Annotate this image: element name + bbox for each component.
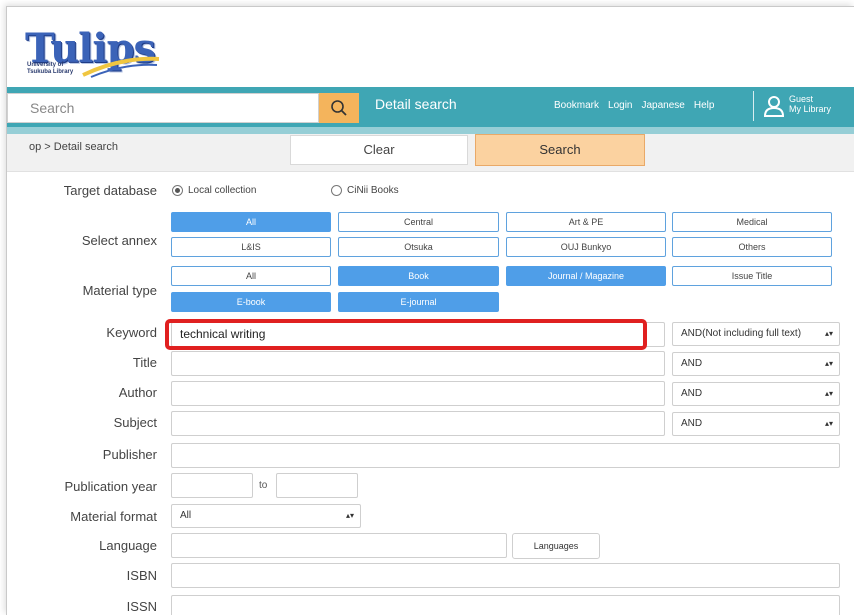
- quick-search-input[interactable]: Search: [7, 93, 319, 123]
- author-operator-select[interactable]: AND ▴▾: [672, 382, 840, 406]
- browser-page: Tulips University of Tsukuba Library Sea…: [6, 6, 854, 615]
- title-operator-select[interactable]: AND ▴▾: [672, 352, 840, 376]
- language-input[interactable]: [171, 533, 507, 558]
- material-issue-title[interactable]: Issue Title: [672, 266, 832, 286]
- select-arrows-icon: ▴▾: [824, 359, 833, 368]
- publication-year-to-input[interactable]: [276, 473, 358, 498]
- material-all[interactable]: All: [171, 266, 331, 286]
- keyword-operator-select[interactable]: AND(Not including full text) ▴▾: [672, 322, 840, 346]
- annex-otsuka[interactable]: Otsuka: [338, 237, 499, 257]
- material-journal-magazine[interactable]: Journal / Magazine: [506, 266, 666, 286]
- annex-medical[interactable]: Medical: [672, 212, 832, 232]
- select-arrows-icon: ▴▾: [824, 329, 833, 338]
- select-arrows-icon: ▴▾: [824, 419, 833, 428]
- publication-year-from-input[interactable]: [171, 473, 253, 498]
- select-annex-label: Select annex: [81, 233, 157, 248]
- author-label: Author: [118, 385, 157, 400]
- annex-central[interactable]: Central: [338, 212, 499, 232]
- select-arrows-icon: ▴▾: [824, 389, 833, 398]
- publisher-label: Publisher: [102, 447, 157, 462]
- languages-button[interactable]: Languages: [512, 533, 600, 559]
- publication-year-to-label: to: [259, 480, 268, 491]
- annex-art-pe[interactable]: Art & PE: [506, 212, 666, 232]
- keyword-operator-value: AND(Not including full text): [681, 328, 802, 339]
- clear-button[interactable]: Clear: [290, 135, 468, 165]
- radio-cinii-books[interactable]: CiNii Books: [331, 185, 399, 196]
- search-button[interactable]: Search: [475, 134, 645, 166]
- nav-divider: [753, 91, 754, 121]
- target-database-label: Target database: [63, 183, 157, 198]
- annex-lis[interactable]: L&IS: [171, 237, 331, 257]
- my-library-link[interactable]: Guest My Library: [789, 94, 831, 114]
- select-arrows-icon: ▴▾: [345, 511, 354, 520]
- subject-label: Subject: [113, 415, 157, 430]
- breadcrumb[interactable]: op > Detail search: [29, 141, 118, 153]
- japanese-link[interactable]: Japanese: [641, 100, 684, 111]
- guest-label: Guest: [789, 94, 814, 104]
- issn-label: ISSN: [126, 599, 157, 614]
- subject-input[interactable]: [171, 411, 665, 436]
- user-icon[interactable]: [763, 95, 785, 117]
- publication-year-label: Publication year: [64, 479, 158, 494]
- publisher-input[interactable]: [171, 443, 840, 468]
- material-type-label: Material type: [82, 283, 157, 298]
- detail-search-link[interactable]: Detail search: [375, 96, 457, 112]
- login-link[interactable]: Login: [608, 100, 632, 111]
- quick-search-button[interactable]: [319, 93, 359, 123]
- material-book[interactable]: Book: [338, 266, 499, 286]
- title-input[interactable]: [171, 351, 665, 376]
- material-format-label: Material format: [70, 509, 157, 524]
- material-format-value: All: [180, 510, 192, 521]
- radio-cinii-books-label: CiNii Books: [347, 185, 399, 196]
- radio-unselected-icon: [331, 185, 342, 196]
- annex-others[interactable]: Others: [672, 237, 832, 257]
- search-icon: [331, 100, 347, 116]
- bookmark-link[interactable]: Bookmark: [554, 100, 599, 111]
- keyword-label: Keyword: [106, 325, 157, 340]
- material-e-book[interactable]: E-book: [171, 292, 331, 312]
- author-operator-value: AND: [681, 388, 703, 399]
- isbn-input[interactable]: [171, 563, 840, 588]
- top-nav-underline: [7, 127, 854, 134]
- subject-operator-select[interactable]: AND ▴▾: [672, 412, 840, 436]
- issn-input[interactable]: [171, 595, 840, 615]
- annex-all[interactable]: All: [171, 212, 331, 232]
- header-links: Bookmark Login Japanese Help: [554, 100, 714, 111]
- keyword-highlight-box: [165, 319, 647, 350]
- my-library-label: My Library: [789, 104, 832, 114]
- material-e-journal[interactable]: E-journal: [338, 292, 499, 312]
- subject-operator-value: AND: [681, 418, 703, 429]
- annex-ouj-bunkyo[interactable]: OUJ Bunkyo: [506, 237, 666, 257]
- isbn-label: ISBN: [126, 568, 157, 583]
- radio-selected-icon: [172, 185, 183, 196]
- logo-swoosh-icon: [82, 56, 160, 78]
- author-input[interactable]: [171, 381, 665, 406]
- radio-local-collection[interactable]: Local collection: [172, 185, 256, 196]
- language-label: Language: [99, 538, 157, 553]
- help-link[interactable]: Help: [694, 100, 715, 111]
- radio-local-collection-label: Local collection: [188, 185, 257, 196]
- title-operator-value: AND: [681, 358, 703, 369]
- material-format-select[interactable]: All ▴▾: [171, 504, 361, 528]
- title-label: Title: [132, 355, 157, 370]
- tulips-logo[interactable]: Tulips University of Tsukuba Library: [25, 29, 165, 81]
